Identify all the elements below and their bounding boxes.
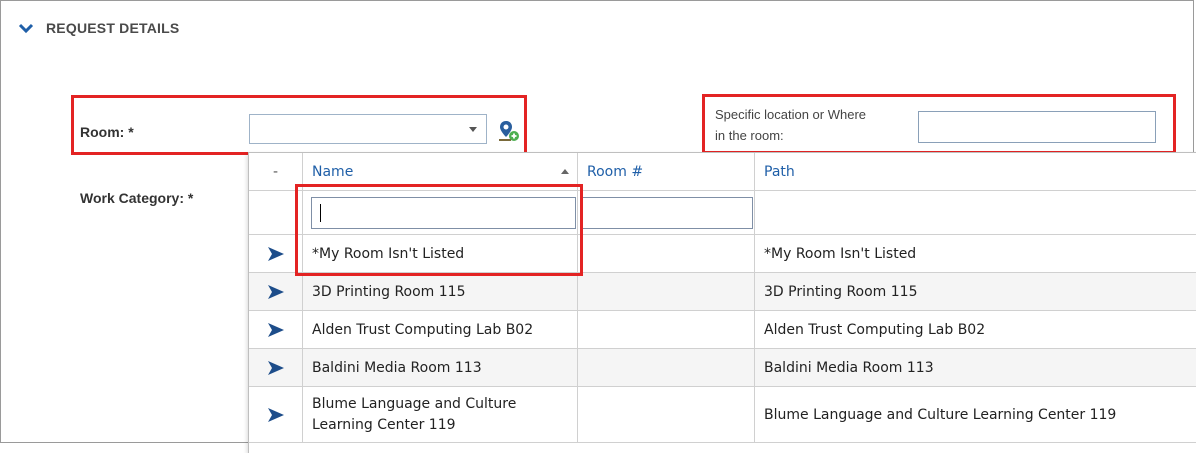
row-name[interactable]: Blume Language and Culture Learning Cent… [303, 387, 578, 443]
row-name[interactable]: Baldini Media Room 113 [303, 349, 578, 387]
row-name-line2: Learning Center 119 [312, 416, 456, 433]
row-path[interactable]: 3D Printing Room 115 [755, 273, 1196, 311]
row-select-arrow[interactable] [249, 349, 303, 387]
specific-location-highlight-box [702, 94, 1176, 154]
row-name[interactable]: 3D Printing Room 115 [303, 273, 578, 311]
section-title: REQUEST DETAILS [46, 20, 180, 36]
row-path[interactable]: Baldini Media Room 113 [755, 349, 1196, 387]
row-path[interactable]: Alden Trust Computing Lab B02 [755, 311, 1196, 349]
row-room-number[interactable] [578, 349, 755, 387]
column-header-path[interactable]: Path [755, 153, 1196, 191]
section-header[interactable]: REQUEST DETAILS [18, 20, 179, 36]
select-arrow-icon[interactable] [267, 283, 285, 301]
row-select-arrow[interactable] [249, 311, 303, 349]
column-header-room-number[interactable]: Room # [578, 153, 755, 191]
row-room-number[interactable] [578, 387, 755, 443]
row-room-number[interactable] [578, 273, 755, 311]
select-arrow-icon[interactable] [267, 245, 285, 263]
row-room-number[interactable] [578, 311, 755, 349]
column-header-name-label: Name [312, 163, 354, 180]
select-arrow-icon[interactable] [267, 321, 285, 339]
row-path[interactable]: Blume Language and Culture Learning Cent… [755, 387, 1196, 443]
row-name[interactable]: Alden Trust Computing Lab B02 [303, 311, 578, 349]
name-filter-highlight-box [295, 184, 583, 276]
row-room-number[interactable] [578, 235, 755, 273]
filter-cell-path [755, 191, 1196, 235]
row-path[interactable]: *My Room Isn't Listed [755, 235, 1196, 273]
filter-cell-room-number [578, 191, 755, 235]
row-select-arrow[interactable] [249, 387, 303, 443]
select-arrow-icon[interactable] [267, 359, 285, 377]
chevron-down-icon[interactable] [18, 20, 34, 36]
sort-ascending-icon[interactable] [561, 169, 569, 174]
room-number-filter-input[interactable] [580, 197, 753, 229]
select-arrow-icon[interactable] [267, 406, 285, 424]
row-select-arrow[interactable] [249, 273, 303, 311]
row-name-line1: Blume Language and Culture [312, 395, 517, 412]
room-highlight-box [71, 95, 527, 155]
work-category-label: Work Category: * [80, 190, 194, 206]
